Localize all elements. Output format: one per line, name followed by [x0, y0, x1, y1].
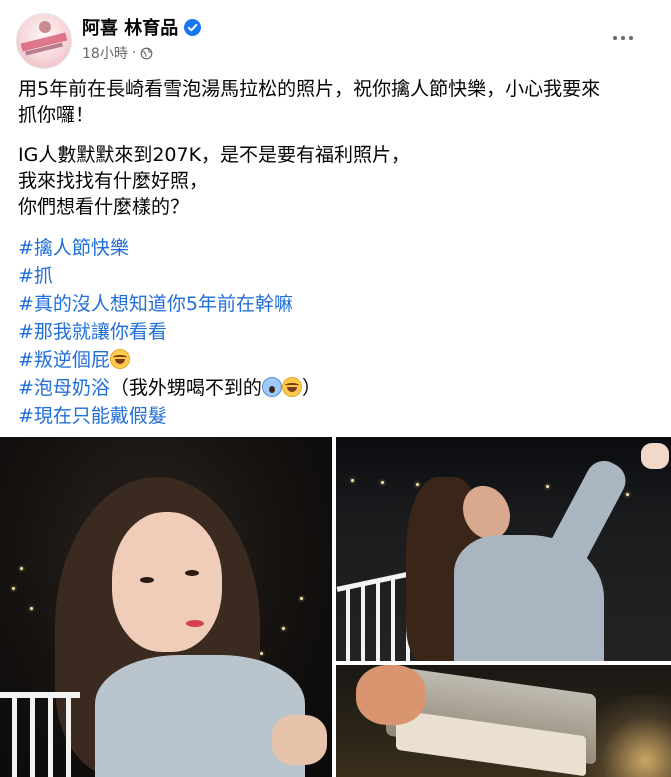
hashtag-list: #擒人節快樂 #抓 #真的沒人想知道你5年前在幹嘛 #那我就讓你看看 #叛逆個屁…	[18, 234, 658, 430]
hashtag-row-5: #叛逆個屁	[18, 346, 658, 374]
more-options-icon[interactable]	[609, 28, 637, 48]
post-meta: 18小時 ·	[82, 43, 153, 63]
post-line: IG人數默默來到207K，是不是要有福利照片，	[18, 144, 411, 166]
meta-separator: ·	[131, 45, 137, 61]
rolling-laughing-emoji	[281, 377, 302, 397]
post-paragraph-2: IG人數默默來到207K，是不是要有福利照片， 我來找找有什麼好照， 你們想看什…	[18, 142, 658, 220]
screaming-face-emoji	[261, 377, 282, 397]
hashtag-link[interactable]: #真的沒人想知道你5年前在幹嘛	[18, 290, 658, 318]
hashtag-link[interactable]: #叛逆個屁	[18, 349, 110, 371]
hashtag-link[interactable]: #那我就讓你看看	[18, 318, 658, 346]
post-line: 抓你囉！	[18, 104, 95, 126]
hashtag-row-6: #泡母奶浴（我外甥喝不到的 ）	[18, 374, 658, 402]
photo-grid	[0, 437, 671, 777]
hashtag-link[interactable]: #擒人節快樂	[18, 234, 658, 262]
photo-1[interactable]	[0, 437, 332, 777]
post-paragraph-1: 用5年前在長崎看雪泡湯馬拉松的照片，祝你擒人節快樂，小心我要來 抓你囉！	[18, 76, 658, 128]
hashtag-link[interactable]: #泡母奶浴	[18, 377, 110, 399]
post-body: 用5年前在長崎看雪泡湯馬拉松的照片，祝你擒人節快樂，小心我要來 抓你囉！ IG人…	[18, 76, 658, 430]
photo-2[interactable]	[336, 437, 671, 661]
verified-badge-icon	[184, 18, 202, 36]
post-timestamp[interactable]: 18小時	[82, 43, 128, 63]
hashtag-note: （我外甥喝不到的	[109, 377, 262, 399]
post-line: 你們想看什麼樣的？	[18, 196, 190, 218]
hashtag-note-close: ）	[301, 377, 321, 399]
post-line: 我來找找有什麼好照，	[18, 170, 209, 192]
page-avatar[interactable]	[16, 13, 72, 69]
page-name-row: 阿喜 林育品	[82, 14, 202, 40]
rolling-laughing-emoji	[109, 349, 130, 369]
page-name[interactable]: 阿喜 林育品	[82, 14, 178, 40]
post-line: 用5年前在長崎看雪泡湯馬拉松的照片，祝你擒人節快樂，小心我要來	[18, 78, 601, 100]
hashtag-link[interactable]: #現在只能戴假髮	[18, 402, 658, 430]
globe-icon[interactable]	[140, 47, 153, 60]
hashtag-link[interactable]: #抓	[18, 262, 658, 290]
post-header: 阿喜 林育品 18小時 ·	[0, 0, 671, 72]
photo-3[interactable]	[336, 665, 671, 777]
